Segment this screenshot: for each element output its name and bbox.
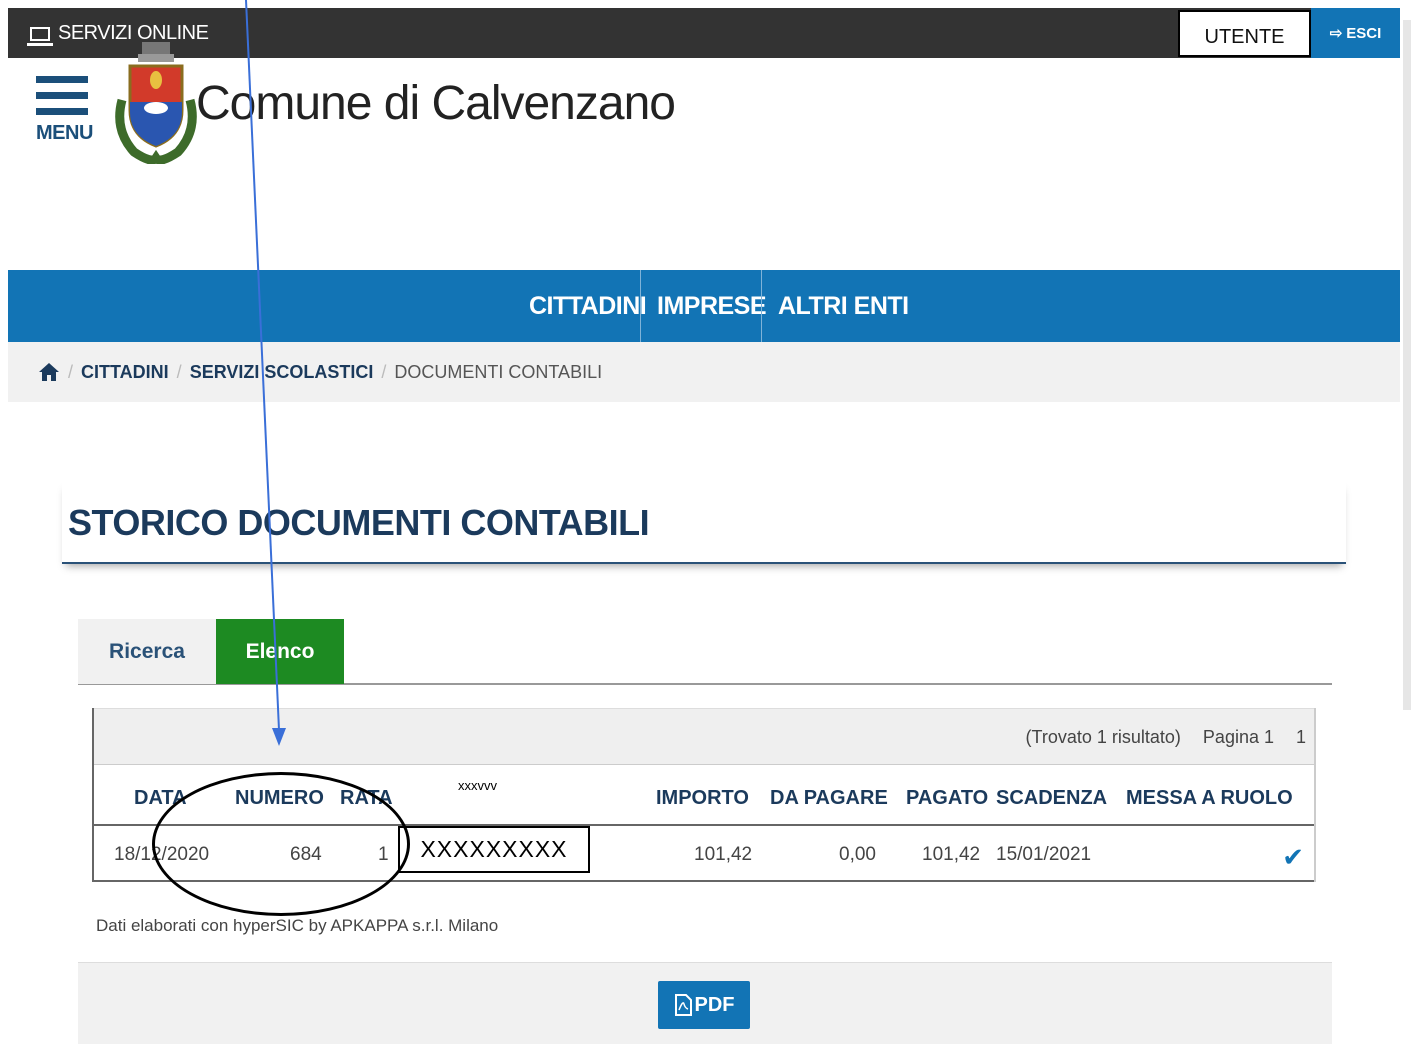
check-icon: ✔ xyxy=(1282,842,1304,872)
tab-bar: Ricerca Elenco xyxy=(78,619,1332,685)
logout-label: ESCI xyxy=(1346,24,1382,42)
tab-elenco[interactable]: Elenco xyxy=(216,619,344,684)
cell-importo: 101,42 xyxy=(694,844,753,865)
annotation-ellipse xyxy=(152,772,410,916)
breadcrumb-cittadini[interactable]: CITTADINI xyxy=(81,362,169,383)
page-title: STORICO DOCUMENTI CONTABILI xyxy=(68,502,650,543)
menu-label: MENU xyxy=(36,122,93,144)
header-da-pagare[interactable]: DA PAGARE xyxy=(770,787,888,810)
page-indicator: Pagina 1 xyxy=(1202,727,1274,747)
breadcrumb-servizi-scolastici[interactable]: SERVIZI SCOLASTICI xyxy=(190,362,374,383)
pdf-label: PDF xyxy=(694,993,735,1016)
hamburger-icon xyxy=(36,76,93,115)
site-title[interactable]: Comune di Calvenzano xyxy=(196,76,676,131)
header-messa-a-ruolo[interactable]: MESSA A RUOLO xyxy=(1126,787,1293,810)
result-bar: (Trovato 1 risultato) Pagina 1 1 xyxy=(94,708,1314,764)
tab-ricerca[interactable]: Ricerca xyxy=(78,619,216,684)
redaction-box: XXXXXXXXX xyxy=(398,826,590,873)
scrollbar-thumb[interactable] xyxy=(1403,20,1411,710)
cell-pagato: 101,42 xyxy=(922,844,981,865)
nav-altri-enti[interactable]: ALTRI ENTI xyxy=(762,270,925,342)
redaction-label: xxxvvv xyxy=(458,778,497,793)
page-title-card: STORICO DOCUMENTI CONTABILI xyxy=(62,480,1346,564)
breadcrumb-current: DOCUMENTI CONTABILI xyxy=(394,361,603,382)
header-pagato[interactable]: PAGATO xyxy=(906,787,988,810)
export-bar: PDF xyxy=(78,962,1332,1044)
breadcrumb: / CITTADINI / SERVIZI SCOLASTICI / DOCUM… xyxy=(8,342,1400,402)
home-icon[interactable] xyxy=(38,362,60,382)
header-scadenza[interactable]: SCADENZA xyxy=(996,787,1107,810)
computer-icon xyxy=(27,26,53,46)
top-bar: SERVIZI ONLINE UTENTE ⇨ ESCI xyxy=(8,8,1400,58)
logout-button[interactable]: ⇨ ESCI xyxy=(1311,8,1400,58)
user-label: UTENTE xyxy=(1178,10,1311,57)
menu-button[interactable]: MENU xyxy=(36,76,93,145)
header-importo[interactable]: IMPORTO xyxy=(656,787,749,810)
main-nav: CITTADINI IMPRESE ALTRI ENTI xyxy=(8,270,1400,342)
page-total[interactable]: 1 xyxy=(1296,727,1306,748)
cell-scadenza: 15/01/2021 xyxy=(996,844,1092,865)
crest-logo[interactable] xyxy=(112,40,200,164)
cell-da-pagare: 0,00 xyxy=(839,844,876,865)
credit-text: Dati elaborati con hyperSIC by APKAPPA s… xyxy=(96,916,499,935)
result-count: (Trovato 1 risultato) xyxy=(1025,727,1181,747)
logout-icon: ⇨ xyxy=(1329,25,1343,42)
pdf-button[interactable]: PDF xyxy=(658,981,750,1029)
pdf-icon xyxy=(674,994,692,1016)
